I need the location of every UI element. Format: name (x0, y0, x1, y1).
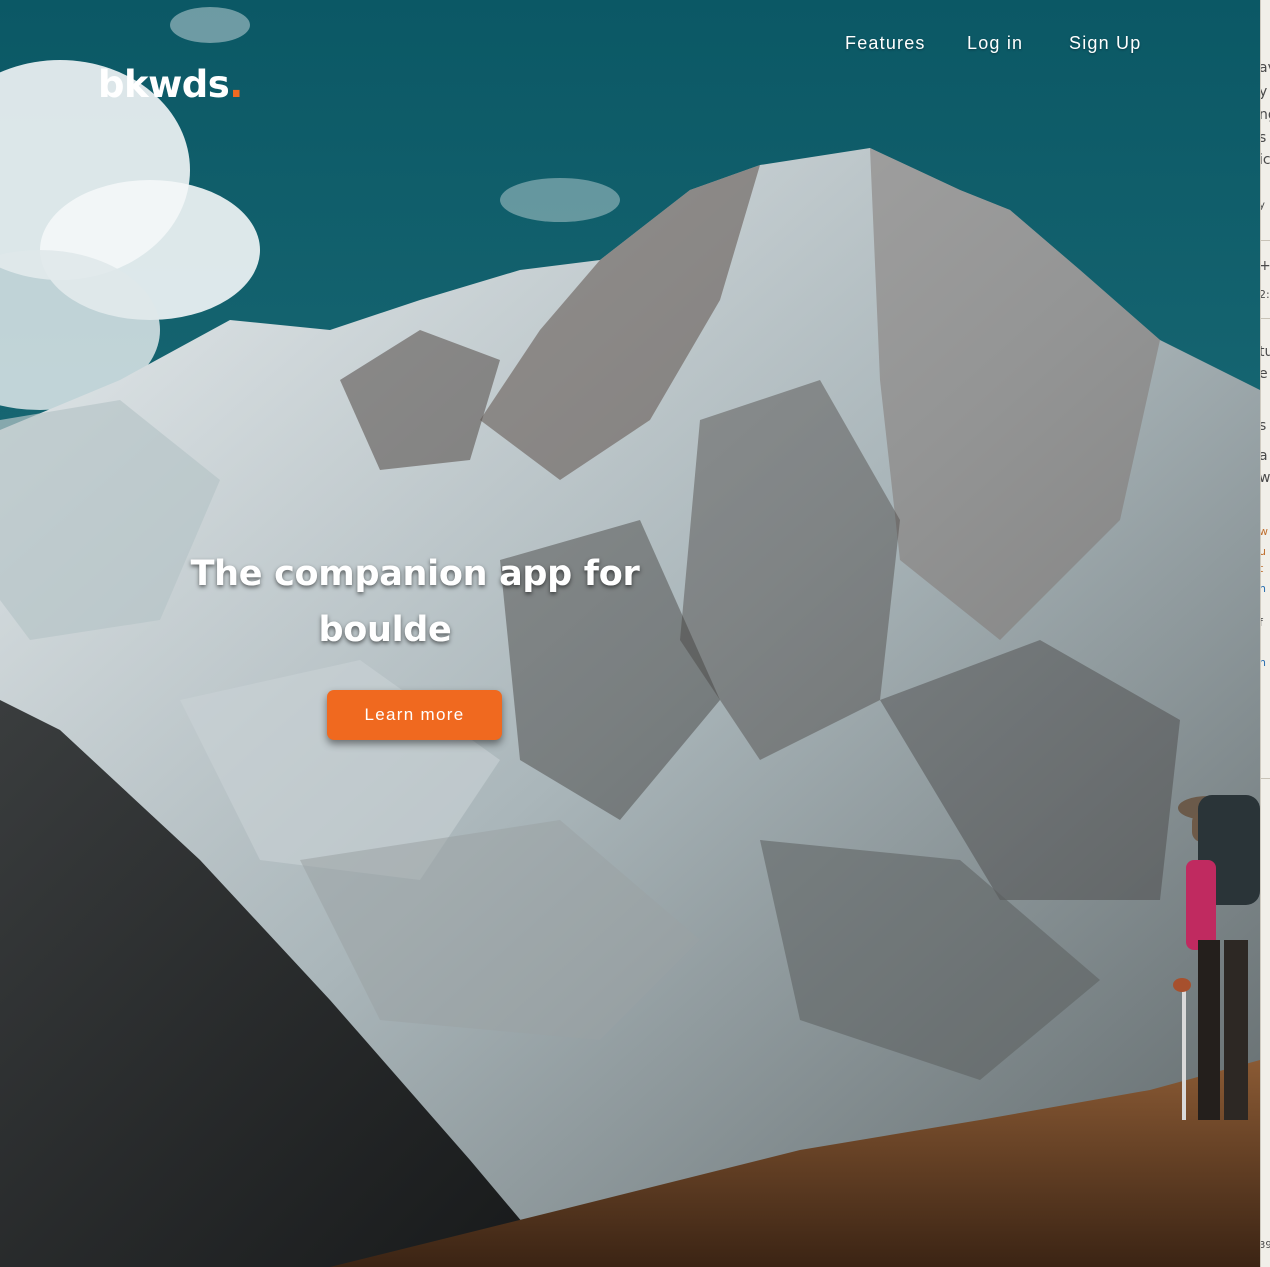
main-nav: Features Log in Sign Up (0, 33, 1260, 55)
hero-headline-line-1: The companion app for (190, 554, 640, 594)
background-text-fragment: w (1261, 470, 1270, 486)
brand-logo-dot: . (229, 63, 243, 106)
background-text-fragment: u (1261, 545, 1266, 558)
background-text-fragment: n (1261, 582, 1266, 595)
background-divider (1261, 778, 1270, 779)
nav-link-log-in[interactable]: Log in (967, 33, 1023, 54)
brand-name: bkwds (98, 63, 230, 106)
background-text-fragment: y (1261, 200, 1265, 211)
background-divider (1261, 240, 1270, 241)
nav-link-sign-up[interactable]: Sign Up (1069, 33, 1141, 54)
background-text-fragment: a (1261, 448, 1268, 464)
background-text-fragment: f (1261, 616, 1263, 629)
background-text-fragment: 2: (1260, 288, 1270, 301)
hero-headline-line-2: boulde (318, 610, 452, 650)
background-text-fragment: ic (1261, 152, 1270, 168)
background-text-fragment: e (1261, 366, 1268, 382)
brand-logo[interactable]: bkwds. (98, 66, 243, 103)
background-text-fragment: s (1261, 418, 1266, 434)
background-text-fragment: av (1261, 60, 1270, 76)
background-text-fragment: + (1261, 258, 1270, 274)
background-text-fragment: t (1261, 562, 1263, 575)
background-text-fragment: w (1261, 525, 1268, 538)
background-text-fragment: 39 (1261, 1240, 1270, 1251)
background-text-fragment: n (1261, 656, 1266, 669)
hero-headline: The companion app for boulde (170, 546, 660, 658)
background-text-fragment: tu (1261, 344, 1270, 360)
learn-more-button[interactable]: Learn more (327, 690, 502, 740)
background-text-fragment: y l (1261, 84, 1270, 100)
background-window-strip: av y l ng s ic y + 2: tu e s a w w u t n… (1260, 0, 1270, 1267)
background-text-fragment: s (1261, 130, 1266, 146)
background-text-fragment: ng (1261, 107, 1270, 123)
background-divider (1261, 318, 1270, 319)
nav-link-features[interactable]: Features (845, 33, 926, 54)
